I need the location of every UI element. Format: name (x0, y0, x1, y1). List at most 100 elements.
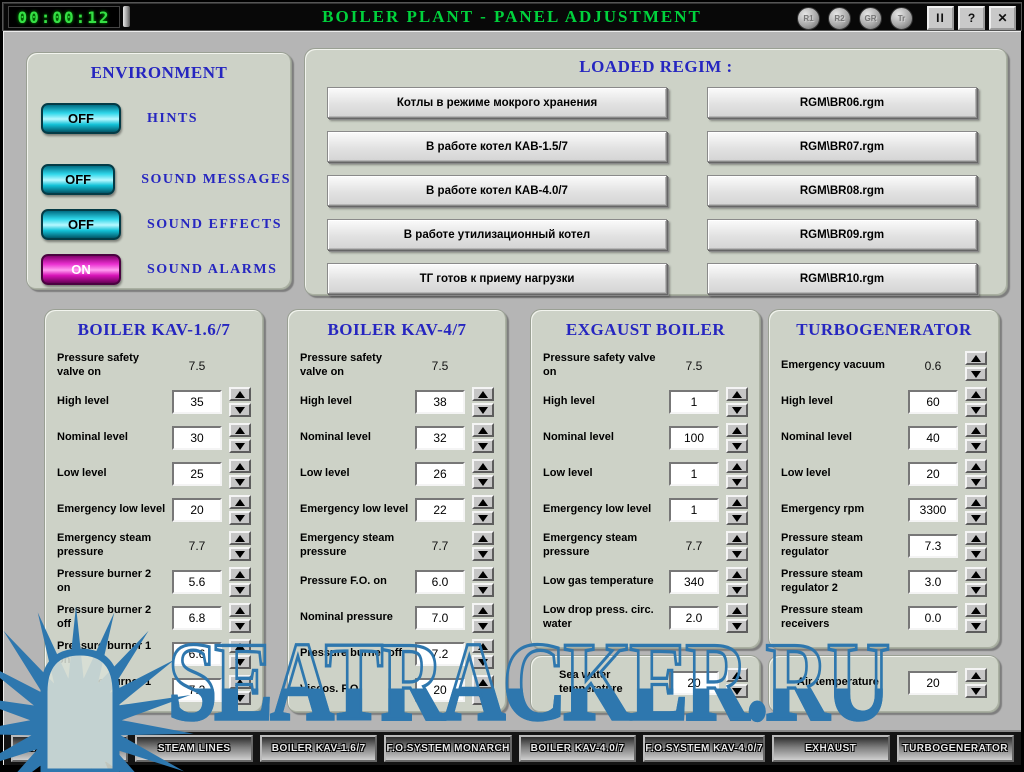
spinner-up-button[interactable] (472, 423, 494, 437)
spinner-down-button[interactable] (965, 684, 987, 698)
spinner-down-button[interactable] (472, 475, 494, 489)
spinner-down-button[interactable] (965, 475, 987, 489)
spinner-down-button[interactable] (229, 619, 251, 633)
parameter-value-input[interactable] (908, 606, 958, 630)
spinner-down-button[interactable] (229, 583, 251, 597)
taskbar-button-f-o-system-monarch[interactable]: F.O.SYSTEM MONARCH (384, 735, 511, 762)
parameter-value-input[interactable] (908, 462, 958, 486)
parameter-value-input[interactable] (908, 534, 958, 558)
parameter-value-input[interactable] (172, 642, 222, 666)
spinner-up-button[interactable] (229, 495, 251, 509)
parameter-value-input[interactable] (669, 671, 719, 695)
spinner-down-button[interactable] (965, 619, 987, 633)
regime-file-button[interactable]: RGM\BR08.rgm (707, 175, 977, 206)
parameter-value-input[interactable] (908, 390, 958, 414)
parameter-value-input[interactable] (415, 606, 465, 630)
regime-button[interactable]: В работе котел КАВ-1.5/7 (327, 131, 667, 162)
spinner-up-button[interactable] (472, 531, 494, 545)
spinner-down-button[interactable] (726, 619, 748, 633)
spinner-up-button[interactable] (229, 603, 251, 617)
parameter-value-input[interactable] (908, 498, 958, 522)
spinner-up-button[interactable] (229, 531, 251, 545)
spinner-up-button[interactable] (472, 459, 494, 473)
pause-button[interactable]: II (927, 6, 954, 30)
spinner-down-button[interactable] (965, 511, 987, 525)
spinner-up-button[interactable] (472, 567, 494, 581)
spinner-down-button[interactable] (726, 583, 748, 597)
spinner-up-button[interactable] (726, 668, 748, 682)
regime-file-button[interactable]: RGM\BR10.rgm (707, 263, 977, 294)
parameter-value-input[interactable] (172, 498, 222, 522)
help-button[interactable]: ? (958, 6, 985, 30)
parameter-value-input[interactable] (415, 642, 465, 666)
spinner-up-button[interactable] (472, 675, 494, 689)
taskbar-button-f-o-system-kav-4-0-7[interactable]: F.O.SYSTEM KAV-4.0/7 (643, 735, 765, 762)
titlebar-round-button[interactable]: Tr (890, 7, 913, 30)
spinner-down-button[interactable] (229, 547, 251, 561)
spinner-down-button[interactable] (726, 439, 748, 453)
spinner-down-button[interactable] (229, 439, 251, 453)
spinner-down-button[interactable] (472, 655, 494, 669)
parameter-value-input[interactable] (172, 678, 222, 702)
spinner-up-button[interactable] (965, 495, 987, 509)
spinner-up-button[interactable] (229, 639, 251, 653)
parameter-value-input[interactable] (415, 426, 465, 450)
spinner-down-button[interactable] (726, 475, 748, 489)
spinner-down-button[interactable] (229, 691, 251, 705)
regime-button[interactable]: ТГ готов к приему нагрузки (327, 263, 667, 294)
parameter-value-input[interactable] (172, 426, 222, 450)
toggle-sound-effects[interactable]: OFF (41, 209, 121, 240)
taskbar-button-turbogenerator[interactable]: TURBOGENERATOR (897, 735, 1014, 762)
toggle-hints[interactable]: OFF (41, 103, 121, 134)
spinner-down-button[interactable] (965, 583, 987, 597)
spinner-up-button[interactable] (965, 459, 987, 473)
taskbar-button-exhaust[interactable]: EXHAUST (772, 735, 889, 762)
spinner-up-button[interactable] (965, 531, 987, 545)
parameter-value-input[interactable] (669, 498, 719, 522)
spinner-up-button[interactable] (965, 567, 987, 581)
spinner-down-button[interactable] (229, 655, 251, 669)
parameter-value-input[interactable] (669, 606, 719, 630)
spinner-down-button[interactable] (229, 403, 251, 417)
taskbar-button-water-systems[interactable]: WATER SYSTEMS (11, 735, 128, 762)
parameter-value-input[interactable] (415, 390, 465, 414)
taskbar-button-steam-lines[interactable]: STEAM LINES (135, 735, 252, 762)
spinner-down-button[interactable] (726, 684, 748, 698)
parameter-value-input[interactable] (669, 462, 719, 486)
spinner-down-button[interactable] (229, 475, 251, 489)
spinner-up-button[interactable] (965, 603, 987, 617)
parameter-value-input[interactable] (669, 570, 719, 594)
spinner-up-button[interactable] (472, 495, 494, 509)
parameter-value-input[interactable] (908, 671, 958, 695)
spinner-up-button[interactable] (726, 423, 748, 437)
parameter-value-input[interactable] (669, 426, 719, 450)
toggle-sound-alarms[interactable]: ON (41, 254, 121, 285)
spinner-up-button[interactable] (229, 423, 251, 437)
spinner-down-button[interactable] (472, 403, 494, 417)
parameter-value-input[interactable] (908, 426, 958, 450)
regime-button[interactable]: В работе утилизационный котел (327, 219, 667, 250)
spinner-up-button[interactable] (472, 603, 494, 617)
spinner-up-button[interactable] (726, 459, 748, 473)
parameter-value-input[interactable] (669, 390, 719, 414)
spinner-down-button[interactable] (965, 547, 987, 561)
spinner-up-button[interactable] (965, 351, 987, 365)
spinner-down-button[interactable] (965, 403, 987, 417)
taskbar-button-boiler-kav-1-6-7[interactable]: BOILER KAV-1.6/7 (260, 735, 377, 762)
spinner-down-button[interactable] (472, 619, 494, 633)
spinner-up-button[interactable] (229, 675, 251, 689)
spinner-up-button[interactable] (229, 567, 251, 581)
spinner-down-button[interactable] (965, 367, 987, 381)
regime-file-button[interactable]: RGM\BR09.rgm (707, 219, 977, 250)
spinner-up-button[interactable] (965, 423, 987, 437)
parameter-value-input[interactable] (172, 570, 222, 594)
regime-file-button[interactable]: RGM\BR06.rgm (707, 87, 977, 118)
parameter-value-input[interactable] (172, 606, 222, 630)
spinner-down-button[interactable] (229, 511, 251, 525)
spinner-down-button[interactable] (472, 691, 494, 705)
spinner-up-button[interactable] (472, 387, 494, 401)
toggle-sound-messages[interactable]: OFF (41, 164, 115, 195)
spinner-down-button[interactable] (726, 547, 748, 561)
regime-button[interactable]: В работе котел КАВ-4.0/7 (327, 175, 667, 206)
parameter-value-input[interactable] (415, 498, 465, 522)
